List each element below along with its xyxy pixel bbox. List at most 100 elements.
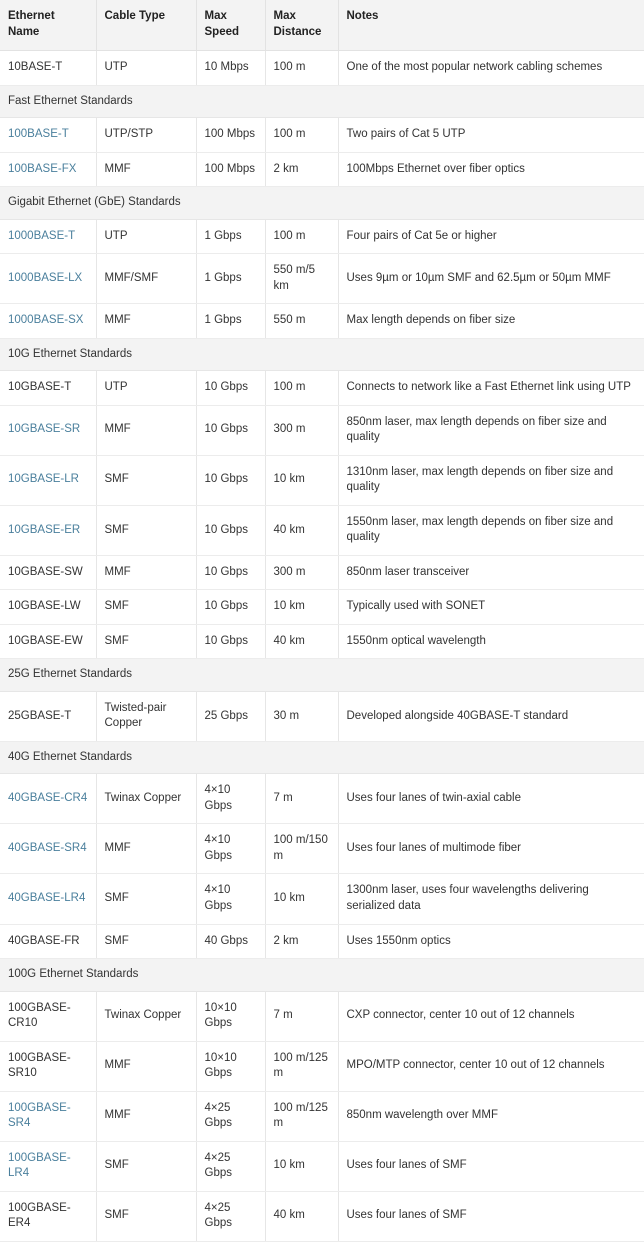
section-header-label: 10G Ethernet Standards [0,337,644,372]
cell-notes: 1550nm laser, max length depends on fibe… [338,505,644,556]
cell-cable-type: UTP [96,370,197,406]
table-row: 100GBASE-CR10 Twinax Copper 10×10 Gbps 7 mC… [0,991,644,1042]
cell-max-distance: 40 km [265,1191,339,1242]
cell-max-speed: 4×25 Gbps [196,1191,266,1242]
section-header-row: 10G Ethernet Standards [0,337,644,372]
cell-ethernet-name[interactable]: 1000BASE-SX [0,303,97,339]
cell-cable-type: MMF [96,555,197,591]
cell-cable-type: UTP [96,219,197,255]
cell-max-distance: 550 m/5 km [265,253,339,305]
ethernet-standard-link[interactable]: 40GBASE-SR4 [8,842,87,854]
cell-ethernet-name: 10GBASE-T [0,370,97,406]
cell-max-distance: 100 m [265,50,339,86]
ethernet-standard-name: 10GBASE-LW [8,600,81,613]
table-row: 10GBASE-T UTP 10 Gbps 100 m Connects to netw… [0,370,644,406]
ethernet-standard-link[interactable]: 10GBASE-LR [8,473,79,485]
table-row: 40GBASE-LR4 SMF 4×10 Gbps 10 km 1300nm laser… [0,873,644,925]
table-header: Ethernet Name Cable Type Max Speed Max D… [0,0,644,52]
section-header-label: Gigabit Ethernet (GbE) Standards [0,186,644,220]
cell-max-speed: 100 Mbps [196,117,266,153]
cell-max-distance: 40 km [265,505,339,556]
cell-ethernet-name: 100GBASE-CR10 [0,991,97,1042]
cell-notes: Typically used with SONET [338,589,644,625]
cell-max-speed: 4×25 Gbps [196,1141,266,1192]
cell-max-distance: 300 m [265,405,339,456]
table-row: 100GBASE-LR4 SMF 4×25 Gbps 10 km Uses four l… [0,1141,644,1192]
table-row: 100GBASE-SR4 MMF 4×25 Gbps 100 m/125 m 850nm… [0,1091,644,1142]
column-header-cable-type: Cable Type [96,0,197,52]
cell-max-distance: 10 km [265,1141,339,1192]
cell-max-distance: 100 m/125 m [265,1041,339,1092]
ethernet-standards-table-container: Ethernet Name Cable Type Max Speed Max D… [0,0,644,1242]
ethernet-standard-link[interactable]: 40GBASE-CR4 [8,792,87,804]
section-header-row: 40G Ethernet Standards [0,740,644,775]
column-header-notes: Notes [338,0,644,52]
ethernet-standard-link[interactable]: 1000BASE-SX [8,314,83,326]
table-row: 100GBASE-ER4 SMF 4×25 Gbps 40 km Uses four l… [0,1191,644,1242]
table-row: 10GBASE-SR MMF 10 Gbps 300 m 850nm laser, ma… [0,405,644,456]
cell-ethernet-name[interactable]: 10GBASE-LR [0,455,97,506]
cell-ethernet-name[interactable]: 40GBASE-CR4 [0,773,97,825]
cell-cable-type: SMF [96,924,197,960]
cell-ethernet-name[interactable]: 1000BASE-T [0,219,97,255]
cell-notes: 850nm laser transceiver [338,555,644,591]
cell-ethernet-name[interactable]: 100BASE-T [0,117,97,153]
cell-notes: Connects to network like a Fast Ethernet… [338,370,644,406]
cell-notes: Uses 9µm or 10µm SMF and 62.5µm or 50µm … [338,253,644,305]
cell-ethernet-name[interactable]: 40GBASE-SR4 [0,823,97,875]
cell-notes: 850nm wavelength over MMF [338,1091,644,1142]
cell-max-speed: 10 Gbps [196,624,266,660]
cell-ethernet-name[interactable]: 1000BASE-LX [0,253,97,305]
cell-cable-type: MMF [96,405,197,456]
table-row: 25GBASE-T Twisted-pair Copper 25 Gbps 30 mD… [0,691,644,742]
cell-max-distance: 2 km [265,152,339,188]
table-row: 10GBASE-EW SMF 10 Gbps 40 km 1550nm optical … [0,624,644,660]
cell-ethernet-name[interactable]: 10GBASE-ER [0,505,97,556]
cell-max-distance: 100 m [265,370,339,406]
cell-ethernet-name: 10GBASE-SW [0,555,97,591]
cell-notes: Uses four lanes of multimode fiber [338,823,644,875]
cell-cable-type: MMF/SMF [96,253,197,305]
cell-max-speed: 10×10 Gbps [196,991,266,1042]
table-row: 40GBASE-CR4 Twinax Copper 4×10 Gbps 7 m Uses… [0,773,644,825]
ethernet-standard-name: 10BASE-T [8,61,63,74]
ethernet-standard-link[interactable]: 100GBASE-SR4 [8,1102,71,1130]
cell-notes: Four pairs of Cat 5e or higher [338,219,644,255]
cell-notes: CXP connector, center 10 out of 12 chann… [338,991,644,1042]
cell-ethernet-name[interactable]: 100GBASE-SR4 [0,1091,97,1142]
ethernet-standard-link[interactable]: 100BASE-T [8,128,69,140]
ethernet-standards-table: Ethernet Name Cable Type Max Speed Max D… [0,0,644,1242]
cell-ethernet-name[interactable]: 100BASE-FX [0,152,97,188]
cell-ethernet-name: 10BASE-T [0,50,97,86]
ethernet-standard-link[interactable]: 10GBASE-ER [8,524,80,536]
cell-ethernet-name[interactable]: 40GBASE-LR4 [0,873,97,925]
ethernet-standard-link[interactable]: 100BASE-FX [8,163,76,175]
cell-ethernet-name[interactable]: 100GBASE-LR4 [0,1141,97,1192]
ethernet-standard-link[interactable]: 40GBASE-LR4 [8,892,85,904]
cell-ethernet-name: 10GBASE-LW [0,589,97,625]
ethernet-standard-link[interactable]: 1000BASE-T [8,230,75,242]
cell-max-speed: 10 Gbps [196,370,266,406]
ethernet-standard-link[interactable]: 10GBASE-SR [8,423,80,435]
table-row: 1000BASE-T UTP 1 Gbps 100 m Four pairs of Ca… [0,219,644,255]
table-row: 10GBASE-LW SMF 10 Gbps 10 km Typically used … [0,589,644,625]
cell-notes: Uses four lanes of SMF [338,1191,644,1242]
cell-max-speed: 40 Gbps [196,924,266,960]
cell-cable-type: MMF [96,152,197,188]
ethernet-standard-name: 10GBASE-EW [8,634,83,647]
cell-max-speed: 4×10 Gbps [196,773,266,825]
table-body: 10BASE-T UTP 10 Mbps 100 m One of the most p… [0,50,644,1242]
cell-notes: 1310nm laser, max length depends on fibe… [338,455,644,506]
table-row: 1000BASE-LX MMF/SMF 1 Gbps 550 m/5 km Uses 9… [0,253,644,305]
cell-cable-type: SMF [96,505,197,556]
cell-notes: One of the most popular network cabling … [338,50,644,86]
cell-cable-type: Twisted-pair Copper [96,691,197,742]
cell-cable-type: MMF [96,303,197,339]
ethernet-standard-link[interactable]: 1000BASE-LX [8,272,82,284]
table-row: 100GBASE-SR10 MMF 10×10 Gbps 100 m/125 m MPO… [0,1041,644,1092]
ethernet-standard-link[interactable]: 100GBASE-LR4 [8,1152,71,1180]
cell-ethernet-name[interactable]: 10GBASE-SR [0,405,97,456]
table-row: 100BASE-T UTP/STP 100 Mbps 100 m Two pairs o… [0,117,644,153]
cell-cable-type: UTP/STP [96,117,197,153]
cell-cable-type: SMF [96,455,197,506]
